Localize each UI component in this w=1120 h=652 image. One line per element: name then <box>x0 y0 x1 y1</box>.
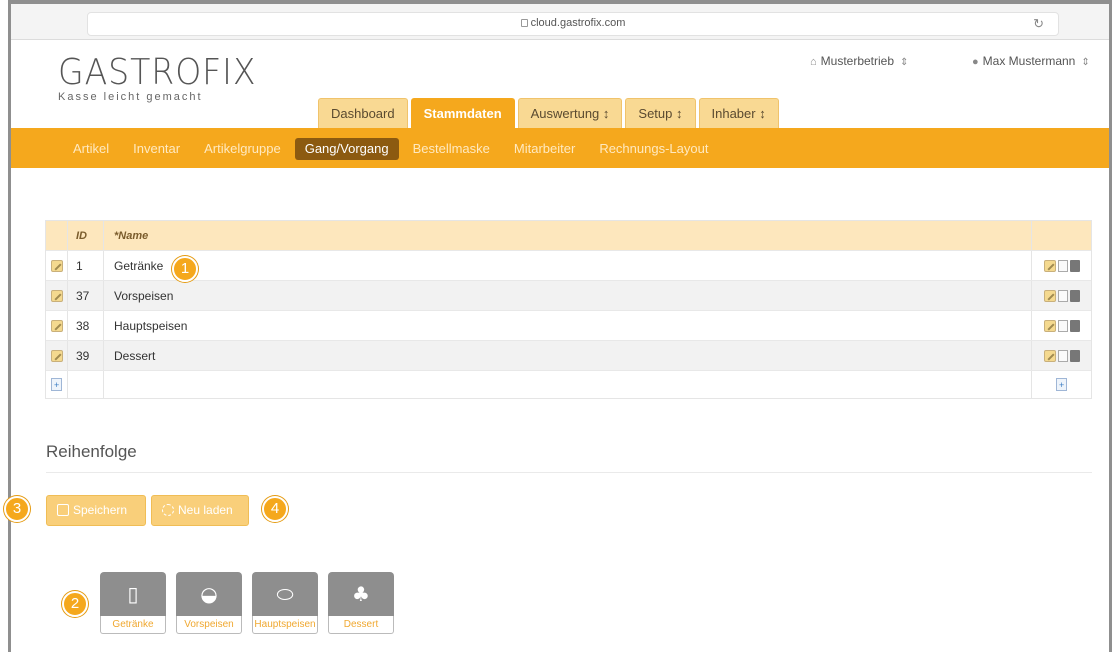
course-order-tiles: ▯ Getränke ◒ Vorspeisen ⬭ Hauptspeisen ♣… <box>100 572 394 634</box>
reload-button[interactable]: Neu laden <box>151 495 249 526</box>
steak-icon: ⬭ <box>276 582 294 606</box>
row-name[interactable]: Dessert <box>104 341 1032 370</box>
column-header-id[interactable]: ID <box>68 221 104 250</box>
callout-badge-3: 3 <box>4 496 30 522</box>
callout-badge-4: 4 <box>262 496 288 522</box>
table-add-row <box>46 371 1091 398</box>
window-border-right <box>1109 0 1112 652</box>
url-text: cloud.gastrofix.com <box>88 17 1058 29</box>
tab-dashboard[interactable]: Dashboard <box>318 98 408 128</box>
logo[interactable]: GASTROFIX Kasse leicht gemacht <box>58 52 274 103</box>
subnav-inventar[interactable]: Inventar <box>123 138 190 160</box>
lock-icon <box>520 19 528 27</box>
order-section-title: Reihenfolge <box>46 442 137 461</box>
tab-inhaber[interactable]: Inhaber ↕ <box>698 98 779 128</box>
edit-icon[interactable] <box>50 259 63 272</box>
updown-icon: ⇕ <box>900 57 909 68</box>
home-icon: ⌂ <box>810 56 817 68</box>
user-menu[interactable]: ● Max Mustermann ⇕ <box>972 54 1090 68</box>
edit-icon[interactable] <box>1043 259 1056 272</box>
business-selector[interactable]: ⌂ Musterbetrieb ⇕ <box>810 54 908 68</box>
subnav-mitarbeiter[interactable]: Mitarbeiter <box>504 138 585 160</box>
subnav-rechnungs-layout[interactable]: Rechnungs-Layout <box>589 138 718 160</box>
course-tile-label: Dessert <box>328 616 394 634</box>
callout-badge-1: 1 <box>172 256 198 282</box>
window-border-left <box>8 0 11 652</box>
row-id: 39 <box>68 341 104 370</box>
app-window: cloud.gastrofix.com ↻ GASTROFIX Kasse le… <box>0 0 1120 652</box>
browser-toolbar: cloud.gastrofix.com ↻ <box>11 4 1109 40</box>
edit-icon[interactable] <box>50 289 63 302</box>
url-value: cloud.gastrofix.com <box>530 17 626 29</box>
row-name[interactable]: Vorspeisen <box>104 281 1032 310</box>
subnav-artikel[interactable]: Artikel <box>63 138 119 160</box>
main-tabs: Dashboard Stammdaten Auswertung ↕ Setup … <box>318 98 779 128</box>
copy-icon[interactable] <box>1057 259 1068 272</box>
add-row-icon[interactable] <box>51 378 62 391</box>
divider <box>46 472 1092 473</box>
table-header: ID *Name <box>46 221 1091 251</box>
column-header-name[interactable]: *Name <box>104 221 1032 250</box>
edit-icon[interactable] <box>1043 289 1056 302</box>
row-id: 38 <box>68 311 104 340</box>
trash-icon[interactable] <box>1069 319 1080 332</box>
tab-stammdaten[interactable]: Stammdaten <box>410 98 515 128</box>
table-row[interactable]: 38 Hauptspeisen <box>46 311 1091 341</box>
course-tile-hauptspeisen[interactable]: ⬭ Hauptspeisen <box>252 572 318 634</box>
copy-icon[interactable] <box>1057 349 1068 362</box>
trash-icon[interactable] <box>1069 259 1080 272</box>
cupcake-icon: ♣ <box>352 582 370 606</box>
subnav-bestellmaske[interactable]: Bestellmaske <box>403 138 500 160</box>
edit-icon[interactable] <box>50 319 63 332</box>
add-row-icon[interactable] <box>1056 378 1067 391</box>
cheese-icon: ◒ <box>200 582 218 606</box>
row-name[interactable]: Getränke <box>104 251 1032 280</box>
copy-icon[interactable] <box>1057 289 1068 302</box>
callout-badge-2: 2 <box>62 591 88 617</box>
course-tile-getraenke[interactable]: ▯ Getränke <box>100 572 166 634</box>
edit-icon[interactable] <box>1043 319 1056 332</box>
trash-icon[interactable] <box>1069 289 1080 302</box>
course-tile-dessert[interactable]: ♣ Dessert <box>328 572 394 634</box>
sub-navigation: Artikel Inventar Artikelgruppe Gang/Vorg… <box>11 128 1109 168</box>
tab-setup[interactable]: Setup ↕ <box>625 98 696 128</box>
glass-icon: ▯ <box>127 582 139 606</box>
save-button[interactable]: Speichern <box>46 495 146 526</box>
row-name[interactable]: Hauptspeisen <box>104 311 1032 340</box>
course-tile-label: Hauptspeisen <box>252 616 318 634</box>
course-tile-label: Getränke <box>100 616 166 634</box>
courses-table: ID *Name 1 Getränke 37 Vorspeisen 38 Hau… <box>45 220 1092 399</box>
table-row[interactable]: 37 Vorspeisen <box>46 281 1091 311</box>
business-name: Musterbetrieb <box>820 54 895 68</box>
user-name: Max Mustermann <box>982 54 1076 68</box>
course-tile-label: Vorspeisen <box>176 616 242 634</box>
refresh-icon <box>162 504 174 516</box>
floppy-icon <box>57 504 69 516</box>
subnav-artikelgruppe[interactable]: Artikelgruppe <box>194 138 291 160</box>
edit-icon[interactable] <box>1043 349 1056 362</box>
edit-icon[interactable] <box>50 349 63 362</box>
reload-icon[interactable]: ↻ <box>1033 16 1044 32</box>
course-tile-vorspeisen[interactable]: ◒ Vorspeisen <box>176 572 242 634</box>
row-id: 1 <box>68 251 104 280</box>
copy-icon[interactable] <box>1057 319 1068 332</box>
row-id: 37 <box>68 281 104 310</box>
updown-icon: ⇕ <box>1081 57 1090 68</box>
table-row[interactable]: 1 Getränke <box>46 251 1091 281</box>
table-row[interactable]: 39 Dessert <box>46 341 1091 371</box>
tab-auswertung[interactable]: Auswertung ↕ <box>517 98 623 128</box>
save-button-label: Speichern <box>73 503 128 517</box>
user-icon: ● <box>972 56 979 68</box>
reload-button-label: Neu laden <box>178 503 233 517</box>
trash-icon[interactable] <box>1069 349 1080 362</box>
address-bar[interactable]: cloud.gastrofix.com ↻ <box>87 12 1059 36</box>
logo-wordmark: GASTROFIX <box>58 52 257 93</box>
subnav-gang-vorgang[interactable]: Gang/Vorgang <box>294 138 399 160</box>
